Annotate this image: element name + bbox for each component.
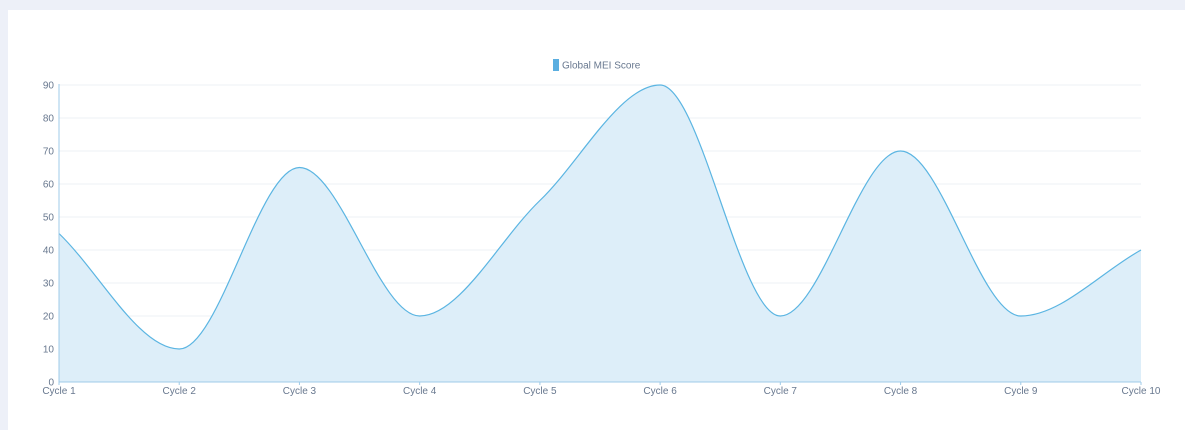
data-point-5 (537, 198, 543, 204)
x-tick-label-7: Cycle 7 (764, 386, 798, 397)
y-tick-label-80: 80 (43, 114, 55, 125)
y-tick-label-40: 40 (43, 246, 55, 257)
x-tick-label-3: Cycle 3 (283, 386, 317, 397)
data-point-4 (417, 313, 423, 319)
x-tick-label-6: Cycle 6 (643, 386, 677, 397)
data-point-7 (777, 313, 783, 319)
data-point-6 (657, 82, 663, 88)
series-area-fill (59, 85, 1141, 382)
y-tick-label-20: 20 (43, 312, 55, 323)
legend-label: Global MEI Score (562, 61, 641, 72)
series-area (58, 82, 1144, 382)
x-tick-label-10: Cycle 10 (1122, 386, 1161, 397)
y-tick-label-70: 70 (43, 147, 55, 158)
y-tick-label-90: 90 (43, 81, 55, 92)
data-point-10 (1138, 247, 1144, 253)
x-tick-label-9: Cycle 9 (1004, 386, 1038, 397)
area-chart: 0102030405060708090 Cycle 1 Cycle 2 Cycle … (42, 59, 1161, 397)
x-tick-label-5: Cycle 5 (523, 386, 557, 397)
data-point-3 (296, 165, 302, 171)
y-tick-label-30: 30 (43, 279, 55, 290)
legend-swatch (553, 59, 559, 71)
data-point-8 (898, 148, 904, 154)
y-tick-label-50: 50 (43, 213, 55, 224)
y-tick-label-10: 10 (43, 345, 55, 356)
x-tick-label-1: Cycle 1 (42, 386, 76, 397)
y-tick-label-60: 60 (43, 180, 55, 191)
legend[interactable]: Global MEI Score (553, 59, 641, 72)
x-tick-label-2: Cycle 2 (163, 386, 197, 397)
x-tick-label-4: Cycle 4 (403, 386, 437, 397)
x-axis-ticks: Cycle 1 Cycle 2 Cycle 3 Cycle 4 Cycle 5 Cycle… (42, 382, 1161, 397)
x-tick-label-8: Cycle 8 (884, 386, 918, 397)
legend-item[interactable]: Global MEI Score (553, 59, 641, 72)
y-axis-ticks: 0102030405060708090 (43, 81, 55, 389)
data-point-9 (1018, 313, 1024, 319)
data-point-2 (176, 346, 182, 352)
